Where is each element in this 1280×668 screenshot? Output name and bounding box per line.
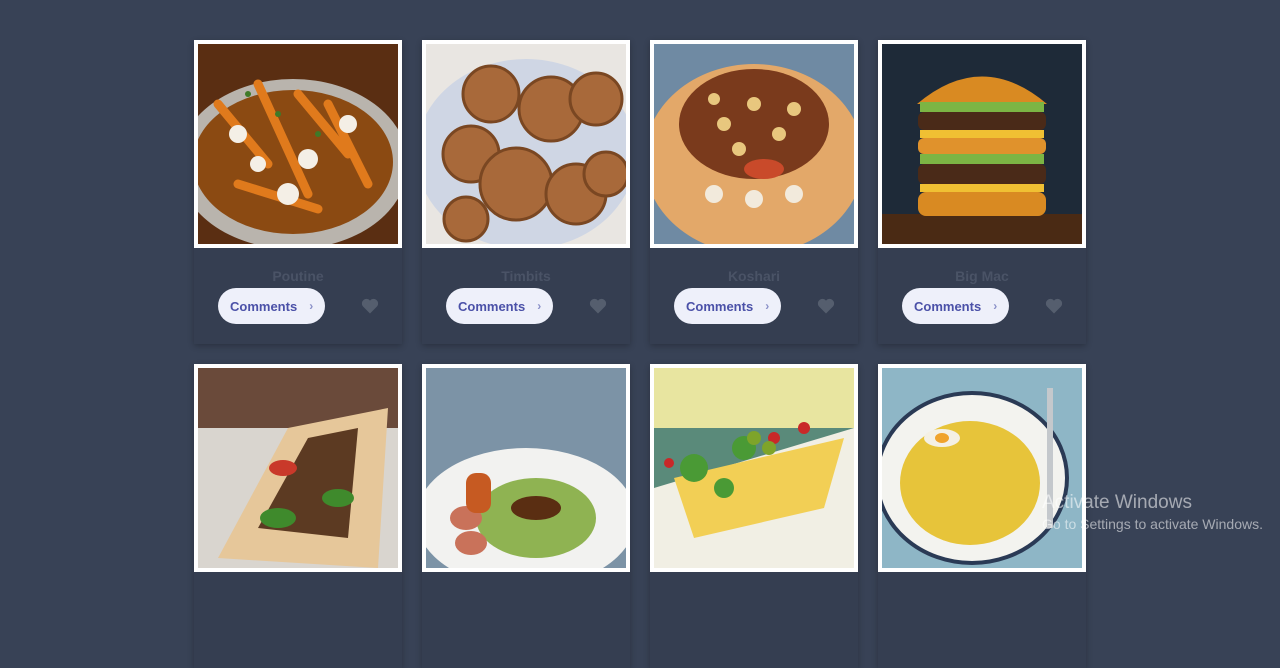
watermark-title: Activate Windows	[1042, 492, 1192, 513]
comments-button[interactable]: Comments ›	[446, 288, 553, 324]
chevron-right-icon: ›	[993, 299, 998, 313]
food-card	[650, 364, 858, 668]
food-photo-kedgeree[interactable]	[878, 364, 1086, 572]
food-photo-big-mac[interactable]	[878, 40, 1086, 248]
comments-button[interactable]: Comments ›	[218, 288, 325, 324]
comments-button[interactable]: Comments ›	[674, 288, 781, 324]
food-title: Poutine	[272, 268, 324, 284]
heart-icon[interactable]	[1044, 296, 1064, 316]
food-card: Koshari Comments ›	[650, 40, 858, 344]
food-title: Koshari	[727, 268, 781, 284]
food-card: Timbits Comments ›	[422, 40, 630, 344]
food-photo-wrap[interactable]	[194, 364, 402, 572]
food-card	[194, 364, 402, 668]
food-photo-stamppot[interactable]	[422, 364, 630, 572]
food-card	[422, 364, 630, 668]
comments-button[interactable]: Comments ›	[902, 288, 1009, 324]
chevron-right-icon: ›	[537, 299, 542, 313]
chevron-right-icon: ›	[309, 299, 314, 313]
heart-icon[interactable]	[360, 296, 380, 316]
windows-activation-watermark: Activate Windows Go to Settings to activ…	[1042, 492, 1263, 532]
comments-label: Comments	[686, 298, 754, 314]
food-title: Timbits	[501, 268, 551, 284]
food-title: Big Mac	[955, 268, 1009, 284]
chevron-right-icon: ›	[765, 299, 770, 313]
food-photo-koshari[interactable]	[650, 40, 858, 248]
comments-label: Comments	[458, 298, 526, 314]
food-card: Big Mac Comments ›	[878, 40, 1086, 344]
food-photo-nachos[interactable]	[650, 364, 858, 572]
comments-label: Comments	[914, 298, 982, 314]
comments-label: Comments	[230, 298, 298, 314]
food-photo-timbits[interactable]	[422, 40, 630, 248]
food-photo-poutine[interactable]	[194, 40, 402, 248]
food-card: Poutine Comments ›	[194, 40, 402, 344]
watermark-subtitle: Go to Settings to activate Windows.	[1042, 516, 1263, 532]
heart-icon[interactable]	[588, 296, 608, 316]
heart-icon[interactable]	[816, 296, 836, 316]
